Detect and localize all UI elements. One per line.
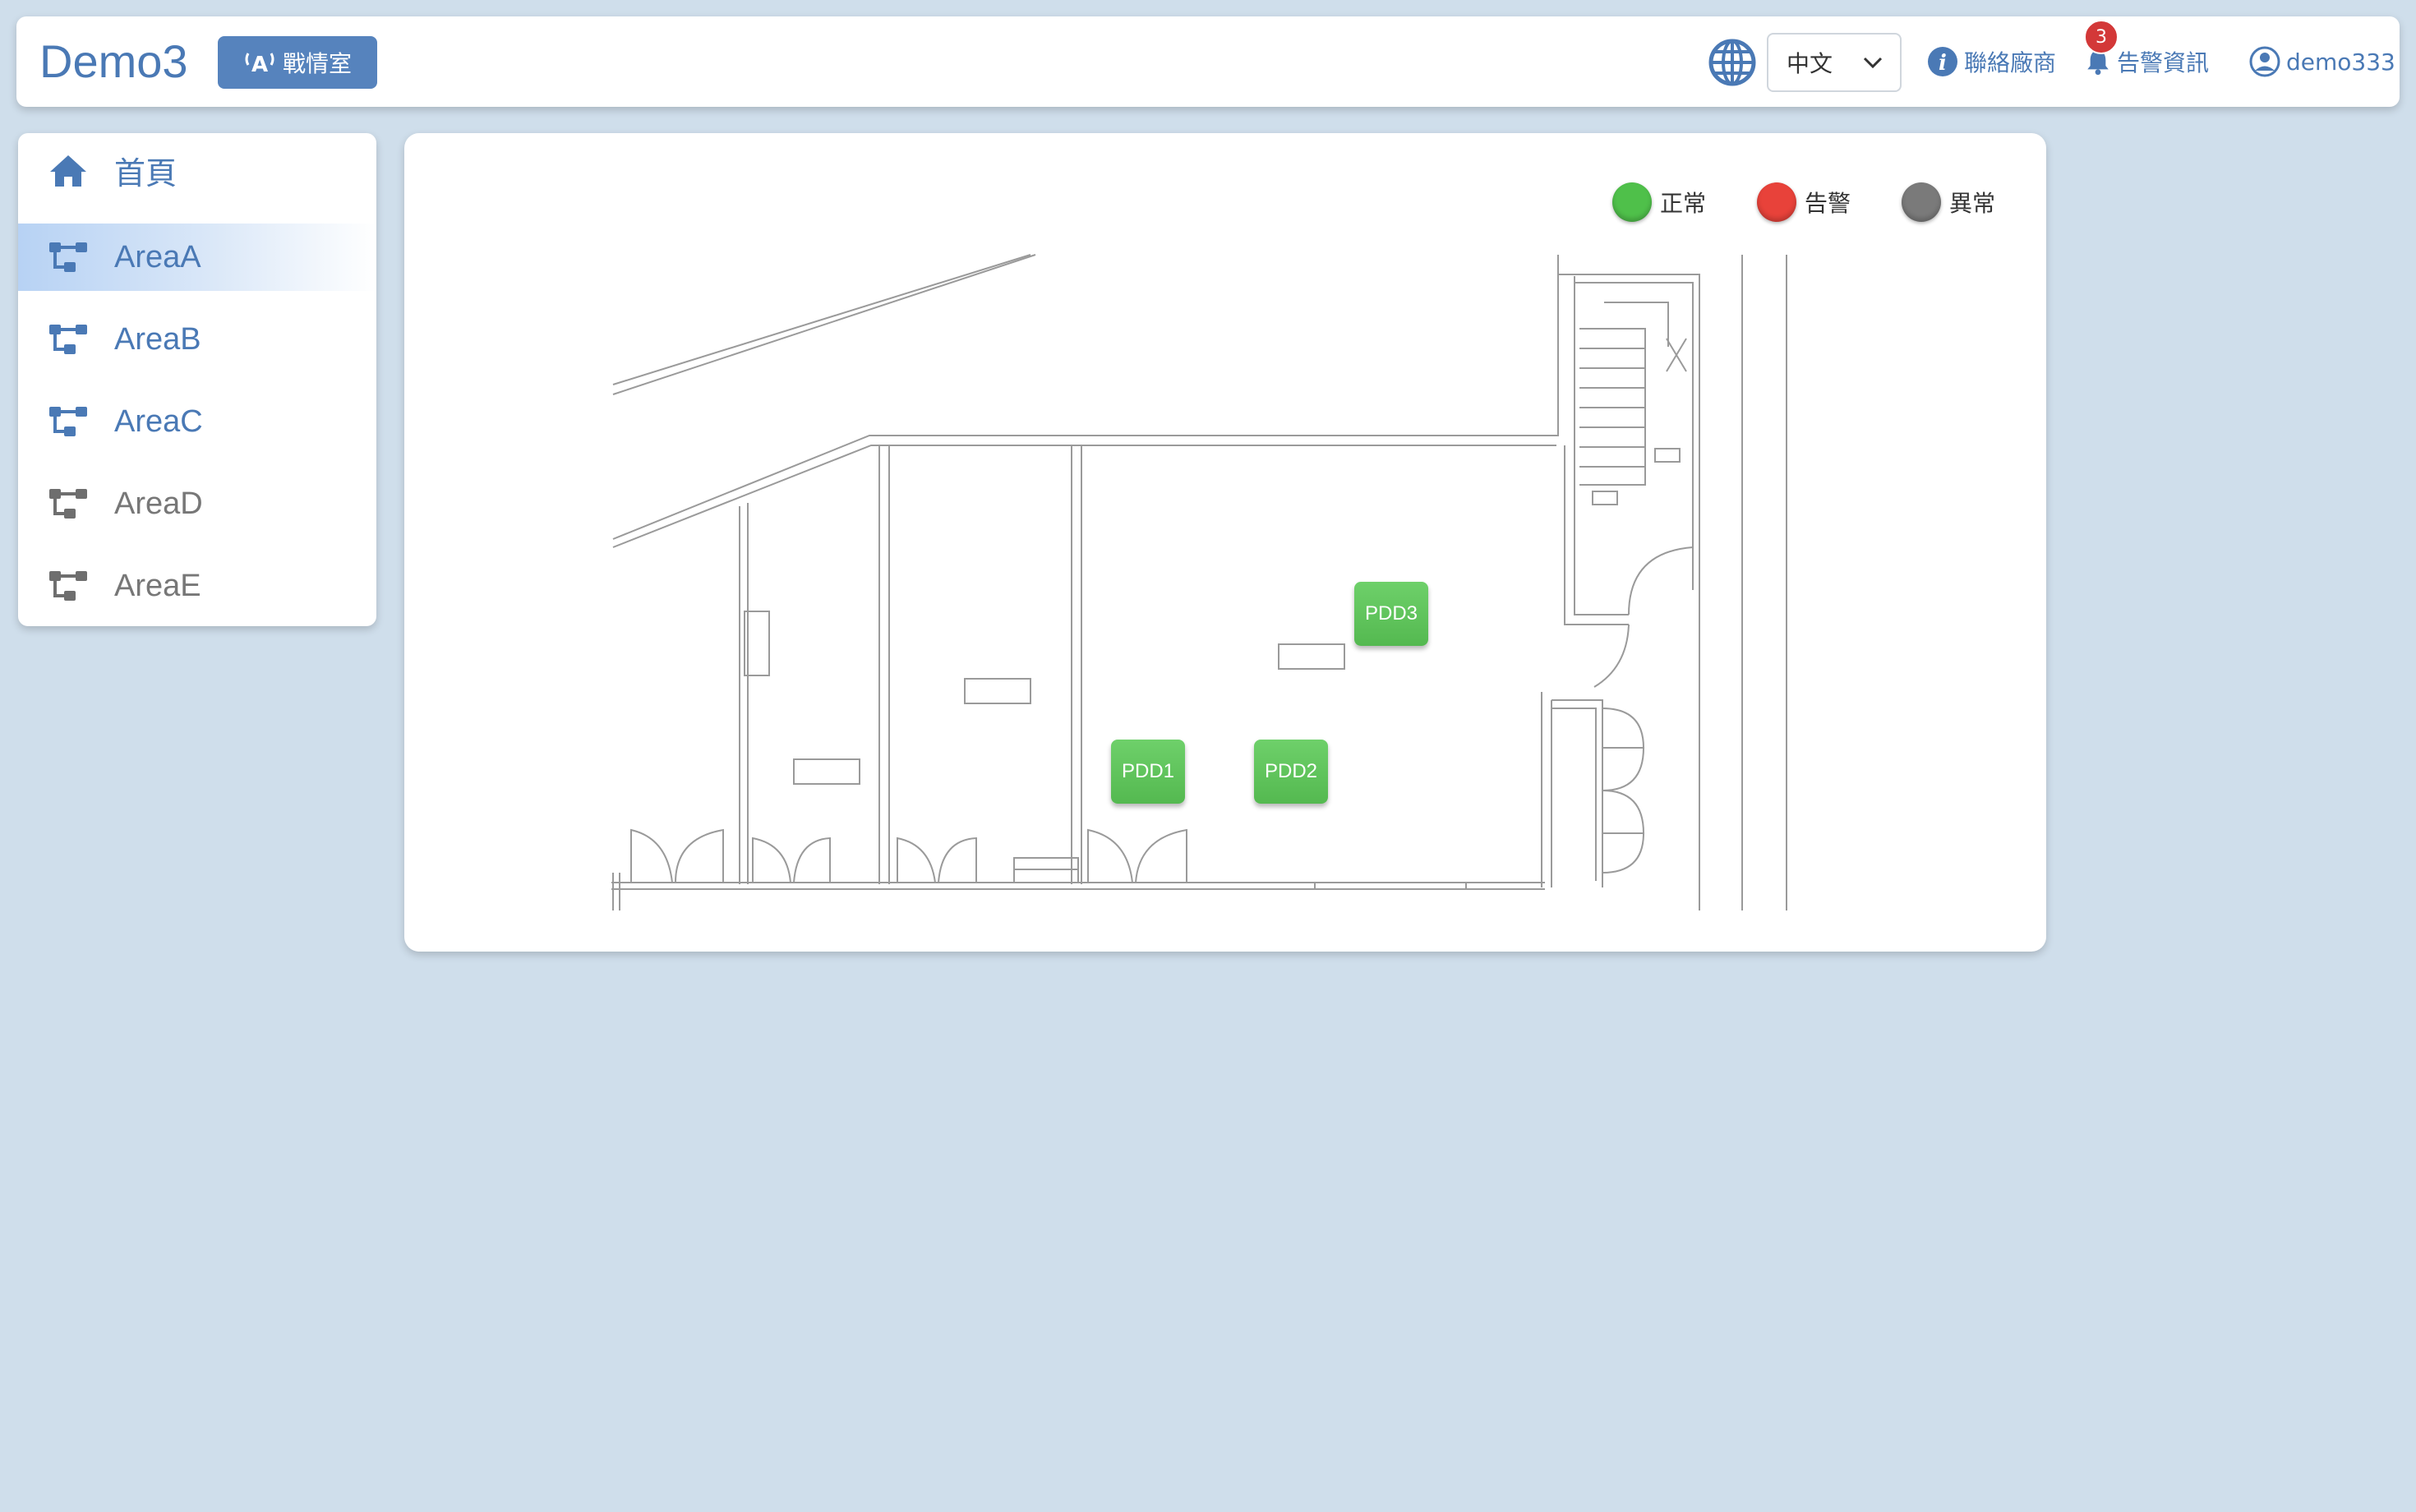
sidebar-item-aread[interactable]: AreaD: [18, 470, 376, 537]
sidebar-item-areaa[interactable]: AreaA: [18, 224, 376, 291]
language-select[interactable]: 中文: [1767, 33, 1902, 92]
home-icon: [50, 155, 86, 187]
contact-vendor-label: 聯絡廠商: [1964, 49, 2057, 76]
device-pdd1[interactable]: PDD1: [1111, 740, 1185, 804]
sidebar-nav: 首頁 AreaA AreaB AreaC AreaD AreaE: [18, 133, 376, 626]
war-room-label: 戰情室: [282, 50, 352, 77]
device-pdd3[interactable]: PDD3: [1354, 582, 1428, 646]
alerts-label: 告警資訊: [2117, 49, 2210, 76]
svg-text:A: A: [251, 53, 268, 76]
network-icon: [49, 242, 87, 272]
network-icon: [49, 325, 87, 354]
sidebar-item-label: AreaA: [114, 239, 201, 274]
network-icon: [49, 571, 87, 601]
device-pdd2[interactable]: PDD2: [1254, 740, 1328, 804]
sidebar-item-label: AreaC: [114, 403, 203, 439]
alerts-count-badge: 3: [2084, 20, 2119, 54]
sidebar-item-label: 首頁: [114, 156, 178, 191]
chevron-down-icon: [1863, 57, 1883, 69]
floorplan-drawing: [611, 254, 1787, 910]
sidebar-item-home[interactable]: 首頁: [18, 136, 376, 204]
sidebar-item-label: AreaB: [114, 321, 201, 357]
user-circle-icon: [2249, 46, 2280, 77]
broadcast-icon: A: [245, 53, 274, 76]
sidebar-item-label: AreaE: [114, 568, 201, 603]
brand-title[interactable]: Demo3: [39, 35, 188, 89]
war-room-button[interactable]: A 戰情室: [218, 36, 377, 89]
sidebar-item-areab[interactable]: AreaB: [18, 306, 376, 373]
network-icon: [49, 407, 87, 436]
contact-vendor-link[interactable]: i 聯絡廠商: [1926, 41, 2056, 82]
svg-text:i: i: [1939, 51, 1947, 76]
network-icon: [49, 489, 87, 519]
globe-icon[interactable]: [1708, 38, 1757, 87]
sidebar-item-areae[interactable]: AreaE: [18, 552, 376, 620]
sidebar-item-areac[interactable]: AreaC: [18, 388, 376, 455]
username: demo333: [2286, 48, 2395, 76]
top-header: Demo3 A 戰情室 中文 i 聯絡廠商 告警資訊 3 demo333: [16, 16, 2400, 107]
user-menu[interactable]: demo333: [2248, 41, 2395, 82]
language-value: 中文: [1787, 50, 1833, 77]
sidebar-item-label: AreaD: [114, 486, 203, 521]
floorplan-card: 正常 告警 異常 PDD1 PDD2 PDD3: [404, 133, 2046, 952]
info-icon: i: [1928, 47, 1957, 76]
